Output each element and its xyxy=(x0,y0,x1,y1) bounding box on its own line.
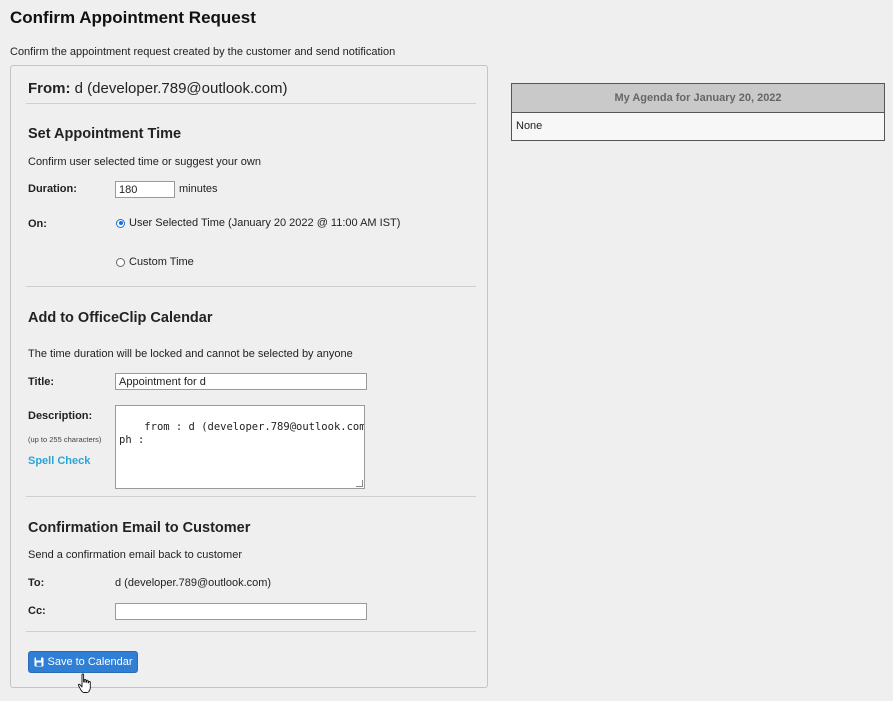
agenda-panel: My Agenda for January 20, 2022 None xyxy=(511,83,885,141)
agenda-header: My Agenda for January 20, 2022 xyxy=(512,84,884,113)
page-subtitle: Confirm the appointment request created … xyxy=(10,46,396,58)
divider xyxy=(26,496,476,497)
radio-unchecked-icon[interactable] xyxy=(116,257,125,267)
spell-check-link[interactable]: Spell Check xyxy=(28,455,90,467)
radio-user-selected-label: User Selected Time (January 20 2022 @ 11… xyxy=(129,217,401,229)
title-input[interactable] xyxy=(115,373,367,390)
description-label: Description: xyxy=(28,410,93,422)
on-label: On: xyxy=(28,218,47,230)
duration-unit: minutes xyxy=(179,183,218,195)
to-label: To: xyxy=(28,577,45,589)
radio-user-selected-time[interactable]: User Selected Time (January 20 2022 @ 11… xyxy=(116,217,400,229)
divider xyxy=(26,286,476,287)
title-label: Title: xyxy=(28,376,55,388)
save-to-calendar-button[interactable]: Save to Calendar xyxy=(28,651,138,673)
from-label: From: xyxy=(28,80,71,97)
section-title-appointment-time: Set Appointment Time xyxy=(28,126,182,142)
appointment-time-hint: Confirm user selected time or suggest yo… xyxy=(28,156,261,168)
appointment-form-panel: From: d (developer.789@outlook.com) Set … xyxy=(10,65,488,688)
email-hint: Send a confirmation email back to custom… xyxy=(28,549,242,561)
divider xyxy=(26,103,476,104)
duration-input[interactable] xyxy=(115,181,175,198)
description-char-limit-note: (up to 255 characters) xyxy=(28,435,102,444)
description-text: from : d (developer.789@outlook.com) ph … xyxy=(119,421,365,446)
hand-pointer-icon xyxy=(77,673,91,693)
divider xyxy=(26,631,476,632)
resize-grip-icon[interactable] xyxy=(356,480,363,487)
from-value: d (developer.789@outlook.com) xyxy=(74,80,288,97)
calendar-hint: The time duration will be locked and can… xyxy=(28,348,353,360)
section-title-calendar: Add to OfficeClip Calendar xyxy=(28,310,213,326)
to-value: d (developer.789@outlook.com) xyxy=(115,577,272,589)
radio-custom-label: Custom Time xyxy=(129,256,194,268)
section-title-email: Confirmation Email to Customer xyxy=(28,520,251,536)
radio-custom-time[interactable]: Custom Time xyxy=(116,256,194,268)
agenda-body: None xyxy=(516,120,543,132)
duration-label: Duration: xyxy=(28,183,77,195)
floppy-disk-icon xyxy=(34,657,43,667)
cc-label: Cc: xyxy=(28,605,46,617)
cc-input[interactable] xyxy=(115,603,367,620)
save-button-label: Save to Calendar xyxy=(47,656,133,668)
from-line: From: d (developer.789@outlook.com) xyxy=(28,80,288,97)
radio-checked-icon[interactable] xyxy=(116,218,125,228)
page-title: Confirm Appointment Request xyxy=(10,8,256,27)
description-textarea[interactable]: from : d (developer.789@outlook.com) ph … xyxy=(115,405,365,489)
